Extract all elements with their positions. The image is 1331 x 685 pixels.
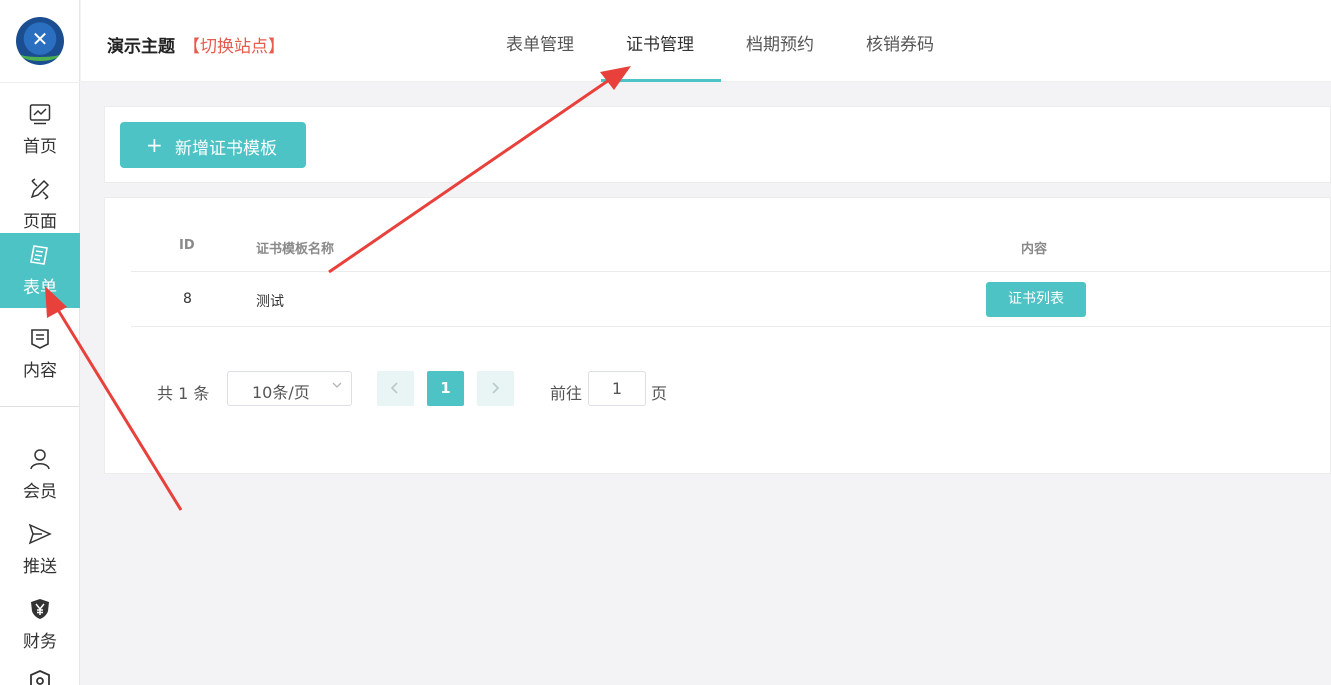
goto-suffix: 页: [651, 384, 668, 403]
certificate-list-button[interactable]: 证书列表: [986, 282, 1086, 317]
divider: [0, 406, 80, 407]
sidebar-item-home[interactable]: 首页: [0, 92, 80, 167]
tab-schedule-booking[interactable]: 档期预约: [746, 30, 814, 55]
sidebar-item-form[interactable]: 表单: [0, 233, 80, 308]
column-header-id: ID: [179, 238, 195, 253]
goto-page-input[interactable]: 1: [588, 371, 646, 406]
sidebar-item-page[interactable]: 页面: [0, 167, 80, 242]
row-divider: [131, 326, 1331, 327]
logo[interactable]: ✕: [16, 17, 64, 65]
chart-icon: [29, 104, 51, 125]
tab-certificate-management[interactable]: 证书管理: [626, 30, 694, 55]
switch-site-link[interactable]: 【切换站点】: [183, 32, 285, 57]
prev-page-button[interactable]: [377, 371, 414, 406]
active-tab-indicator: [601, 79, 721, 82]
chevron-down-icon: [332, 382, 342, 388]
cell-id: 8: [183, 291, 192, 307]
pagination-total: 共 1 条: [157, 384, 210, 403]
logo-swoosh: [20, 47, 60, 61]
chevron-left-icon: [390, 382, 398, 394]
table-panel: ID 证书模板名称 内容 8 测试 证书列表 共 1 条 10条/页 1 前往 …: [104, 197, 1331, 474]
divider: [0, 82, 80, 83]
sidebar-item-label: 财务: [23, 632, 57, 652]
top-header: 演示主题 【切换站点】 表单管理 证书管理 档期预约 核销券码: [81, 0, 1331, 82]
site-title: 演示主题: [107, 37, 175, 57]
sidebar: ✕ 首页 页面 表单 内容 会员 推送 财务: [0, 0, 80, 685]
row-divider: [131, 271, 1331, 272]
sidebar-item-label: 页面: [23, 212, 57, 232]
toolbar-panel: + 新增证书模板: [104, 106, 1331, 183]
next-page-button[interactable]: [477, 371, 514, 406]
design-tools-icon: [30, 178, 50, 200]
settings-shield-icon: [30, 670, 50, 685]
form-icon: [30, 245, 48, 265]
sidebar-item-push[interactable]: 推送: [0, 512, 80, 587]
sidebar-item-label: 内容: [23, 361, 57, 381]
page-size-select[interactable]: 10条/页: [227, 371, 352, 406]
current-page-button[interactable]: 1: [427, 371, 464, 406]
sidebar-item-content[interactable]: 内容: [0, 316, 80, 391]
column-header-content: 内容: [1021, 242, 1048, 257]
tab-form-management[interactable]: 表单管理: [506, 30, 574, 55]
tab-voucher-redeem[interactable]: 核销券码: [866, 30, 934, 55]
app: ✕ 首页 页面 表单 内容 会员 推送 财务 演示主题 【切换站点】 表单管理 …: [0, 0, 1331, 685]
sidebar-item-label: 首页: [23, 137, 57, 157]
column-header-name: 证书模板名称: [256, 242, 335, 257]
goto-label: 前往: [550, 384, 583, 403]
sidebar-item-settings[interactable]: [0, 662, 80, 685]
content-icon: [31, 329, 49, 349]
sidebar-item-label: 推送: [23, 557, 57, 577]
plus-icon: +: [146, 133, 163, 157]
send-icon: [28, 523, 52, 545]
sidebar-item-member[interactable]: 会员: [0, 437, 80, 512]
cell-name: 测试: [256, 294, 284, 310]
sidebar-item-finance[interactable]: 财务: [0, 587, 80, 662]
chevron-right-icon: [492, 382, 500, 394]
user-icon: [30, 449, 50, 470]
sidebar-item-label: 表单: [23, 278, 57, 298]
sidebar-item-label: 会员: [23, 482, 57, 502]
button-label: 新增证书模板: [175, 139, 277, 159]
yen-shield-icon: [31, 599, 49, 619]
add-certificate-template-button[interactable]: + 新增证书模板: [120, 122, 306, 168]
page-size-value: 10条/页: [252, 383, 310, 402]
